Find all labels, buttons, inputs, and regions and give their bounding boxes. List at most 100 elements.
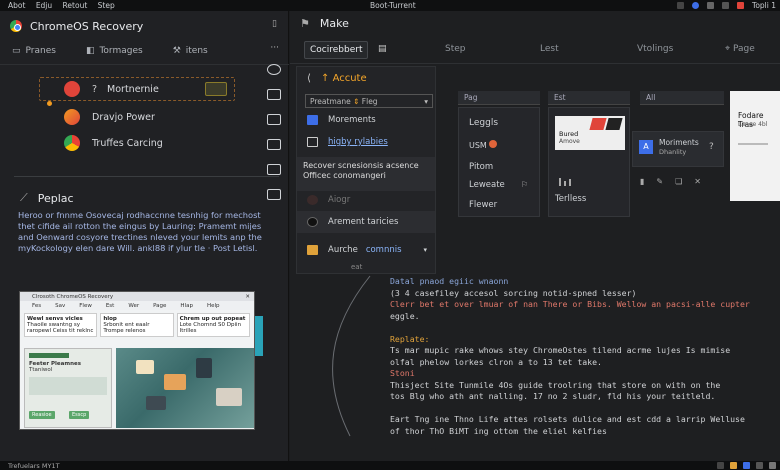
divider [14, 176, 279, 177]
dropdown-item[interactable]: Aurche comnnis ▾ [307, 245, 427, 255]
thumb-button[interactable]: Esscp [69, 411, 90, 419]
close-icon[interactable]: ✕ [245, 294, 250, 300]
thumb-menu-item[interactable]: Flew [79, 303, 92, 309]
list-icon[interactable] [267, 139, 281, 150]
tab-itens[interactable]: ⚒ itens [173, 46, 208, 56]
status-icon[interactable] [722, 2, 730, 9]
delete-icon[interactable]: ✕ [694, 177, 701, 186]
tab-step[interactable]: Step [445, 44, 466, 54]
os-bar-right-label: Topli 1 [752, 1, 776, 10]
notes-line: Replate: [390, 333, 430, 344]
notes-line: tos Blg who ath ant nalling. 17 no 2 slu… [390, 391, 716, 401]
dropdown-row-link[interactable]: higby rylabies [328, 137, 388, 147]
column-item[interactable]: Leweate [469, 180, 505, 190]
os-menu-item[interactable]: Step [98, 1, 115, 10]
flag-icon[interactable] [267, 89, 281, 100]
tray-icon[interactable] [743, 462, 750, 469]
chevron-left-icon[interactable]: ⟨ [307, 73, 311, 84]
tab-vtolings[interactable]: Vtolings [637, 44, 673, 54]
thumb-card[interactable]: Chrem up out popeat Lote Chomnd S0 Dpiin … [176, 313, 250, 337]
tab-cocirebbert[interactable]: Cocirebbert [304, 41, 369, 59]
task-item[interactable]: ? Mortnernie [48, 81, 159, 97]
calendar-icon[interactable] [267, 189, 281, 200]
column-header[interactable]: Pag [458, 91, 540, 105]
task-toggle[interactable] [205, 82, 227, 96]
illustration-shape [196, 358, 212, 378]
tool-icon-column [262, 64, 286, 214]
flag-icon[interactable]: ⚐ [521, 180, 528, 189]
tab-tormages[interactable]: ◧ Tormages [86, 46, 143, 56]
task-label: Dravjo Power [92, 111, 155, 123]
os-menu-item[interactable]: Retout [63, 1, 88, 10]
edit-icon[interactable]: ✎ [656, 177, 663, 186]
column-item[interactable]: USM [469, 140, 498, 150]
panel-toggle-icon[interactable]: ▯ [272, 19, 277, 29]
account-icon[interactable] [692, 2, 700, 9]
notes-line: (3 4 casefiley accesol sorcing notid-spn… [390, 287, 637, 298]
window-thumbnail[interactable]: Clrosoth ChromeOS Recovery ✕ Fes Sav Fle… [19, 291, 255, 430]
os-menu-item[interactable]: Edju [36, 1, 52, 10]
tray-icon[interactable] [769, 462, 776, 469]
notes-line [390, 403, 770, 415]
document-icon[interactable]: ▤ [378, 44, 387, 54]
dropdown-item[interactable]: Arement taricies [307, 217, 398, 227]
column-header-label: Est [554, 93, 566, 102]
notes-line: Clerr bet et over lmuar of nan There or … [390, 299, 750, 309]
status-icon[interactable] [707, 2, 715, 9]
bar-chart-icon [559, 178, 571, 186]
tab-pranes[interactable]: ▭ Pranes [12, 46, 56, 56]
dropdown-row[interactable]: higby rylabies [307, 137, 388, 147]
chart-icon[interactable]: ▮ [640, 177, 644, 186]
thumb-card[interactable]: hlop Srbonit ent eaalr Trompe relenos [100, 313, 174, 337]
dropdown-item[interactable]: Aiogr [307, 195, 350, 205]
thumb-field[interactable] [29, 377, 107, 395]
column-item[interactable]: Flewer [469, 200, 497, 210]
thumb-menu-item[interactable]: Hlap [180, 303, 193, 309]
column-header[interactable]: All [640, 91, 724, 105]
thumb-button[interactable]: Reasioe [29, 411, 55, 419]
column-header[interactable]: Est [548, 91, 630, 105]
column-item[interactable]: Pitom [469, 162, 493, 172]
thumb-menu-item[interactable]: Est [106, 303, 115, 309]
right-tab-bar: Cocirebbert ▤ Step Lest Vtolings ⌖ Page [300, 39, 780, 61]
layers-icon[interactable]: ❏ [675, 177, 682, 186]
task-item[interactable]: Dravjo Power [48, 109, 155, 125]
tray-icon[interactable] [756, 462, 763, 469]
active-indicator [47, 101, 52, 106]
tray-icon[interactable] [717, 462, 724, 469]
info-card[interactable]: A Moriments Dhanlity ? [632, 131, 724, 167]
chevron-down-icon[interactable]: ▾ [424, 246, 428, 254]
more-options-icon[interactable]: ··· [270, 43, 279, 53]
dropdown-row[interactable]: Morements [307, 115, 376, 125]
info-card-title: Moriments [659, 138, 699, 147]
filter-field[interactable]: Preatmane ⇕ Fleg ▾ [305, 94, 433, 108]
dashboard-icon[interactable] [267, 164, 281, 175]
tab-lest[interactable]: Lest [540, 44, 559, 54]
side-tab[interactable] [255, 316, 263, 356]
table-icon[interactable] [267, 114, 281, 125]
thumb-menu-item[interactable]: Fes [32, 303, 41, 309]
dropdown-item-link[interactable]: comnnis [366, 245, 402, 255]
os-menu-item[interactable]: Abot [8, 1, 25, 10]
notification-icon[interactable] [737, 2, 745, 9]
task-item[interactable]: Truffes Carcing [48, 135, 163, 151]
thumb-menu-item[interactable]: Help [207, 303, 220, 309]
column-item[interactable]: Leggls [469, 118, 498, 128]
tray-icon[interactable] [730, 462, 737, 469]
search-icon[interactable] [267, 64, 281, 75]
avatar [307, 217, 318, 227]
status-icon[interactable] [677, 2, 685, 9]
help-icon[interactable]: ? [709, 142, 714, 152]
thumb-menu-item[interactable]: Sav [55, 303, 65, 309]
image-card[interactable]: Bured Amove [555, 116, 625, 150]
thumb-card[interactable]: Wewl senvs vicles Thaoile swantng sy raro… [24, 313, 98, 337]
side-document-preview[interactable]: Fodare Tras Lanee 4bl [730, 91, 780, 201]
thumb-menu-item[interactable]: Wer [128, 303, 139, 309]
task-chrome-icon [64, 135, 80, 151]
info-card-sub: Dhanlity [659, 148, 687, 156]
chevron-down-icon[interactable]: ▾ [424, 97, 428, 106]
column-panel: Leggls USM Pitom Leweate Flewer ⚐ [458, 107, 540, 217]
thumb-menu-item[interactable]: Page [153, 303, 166, 309]
column-item-label: USM [469, 141, 487, 150]
tab-page[interactable]: ⌖ Page [725, 44, 755, 54]
